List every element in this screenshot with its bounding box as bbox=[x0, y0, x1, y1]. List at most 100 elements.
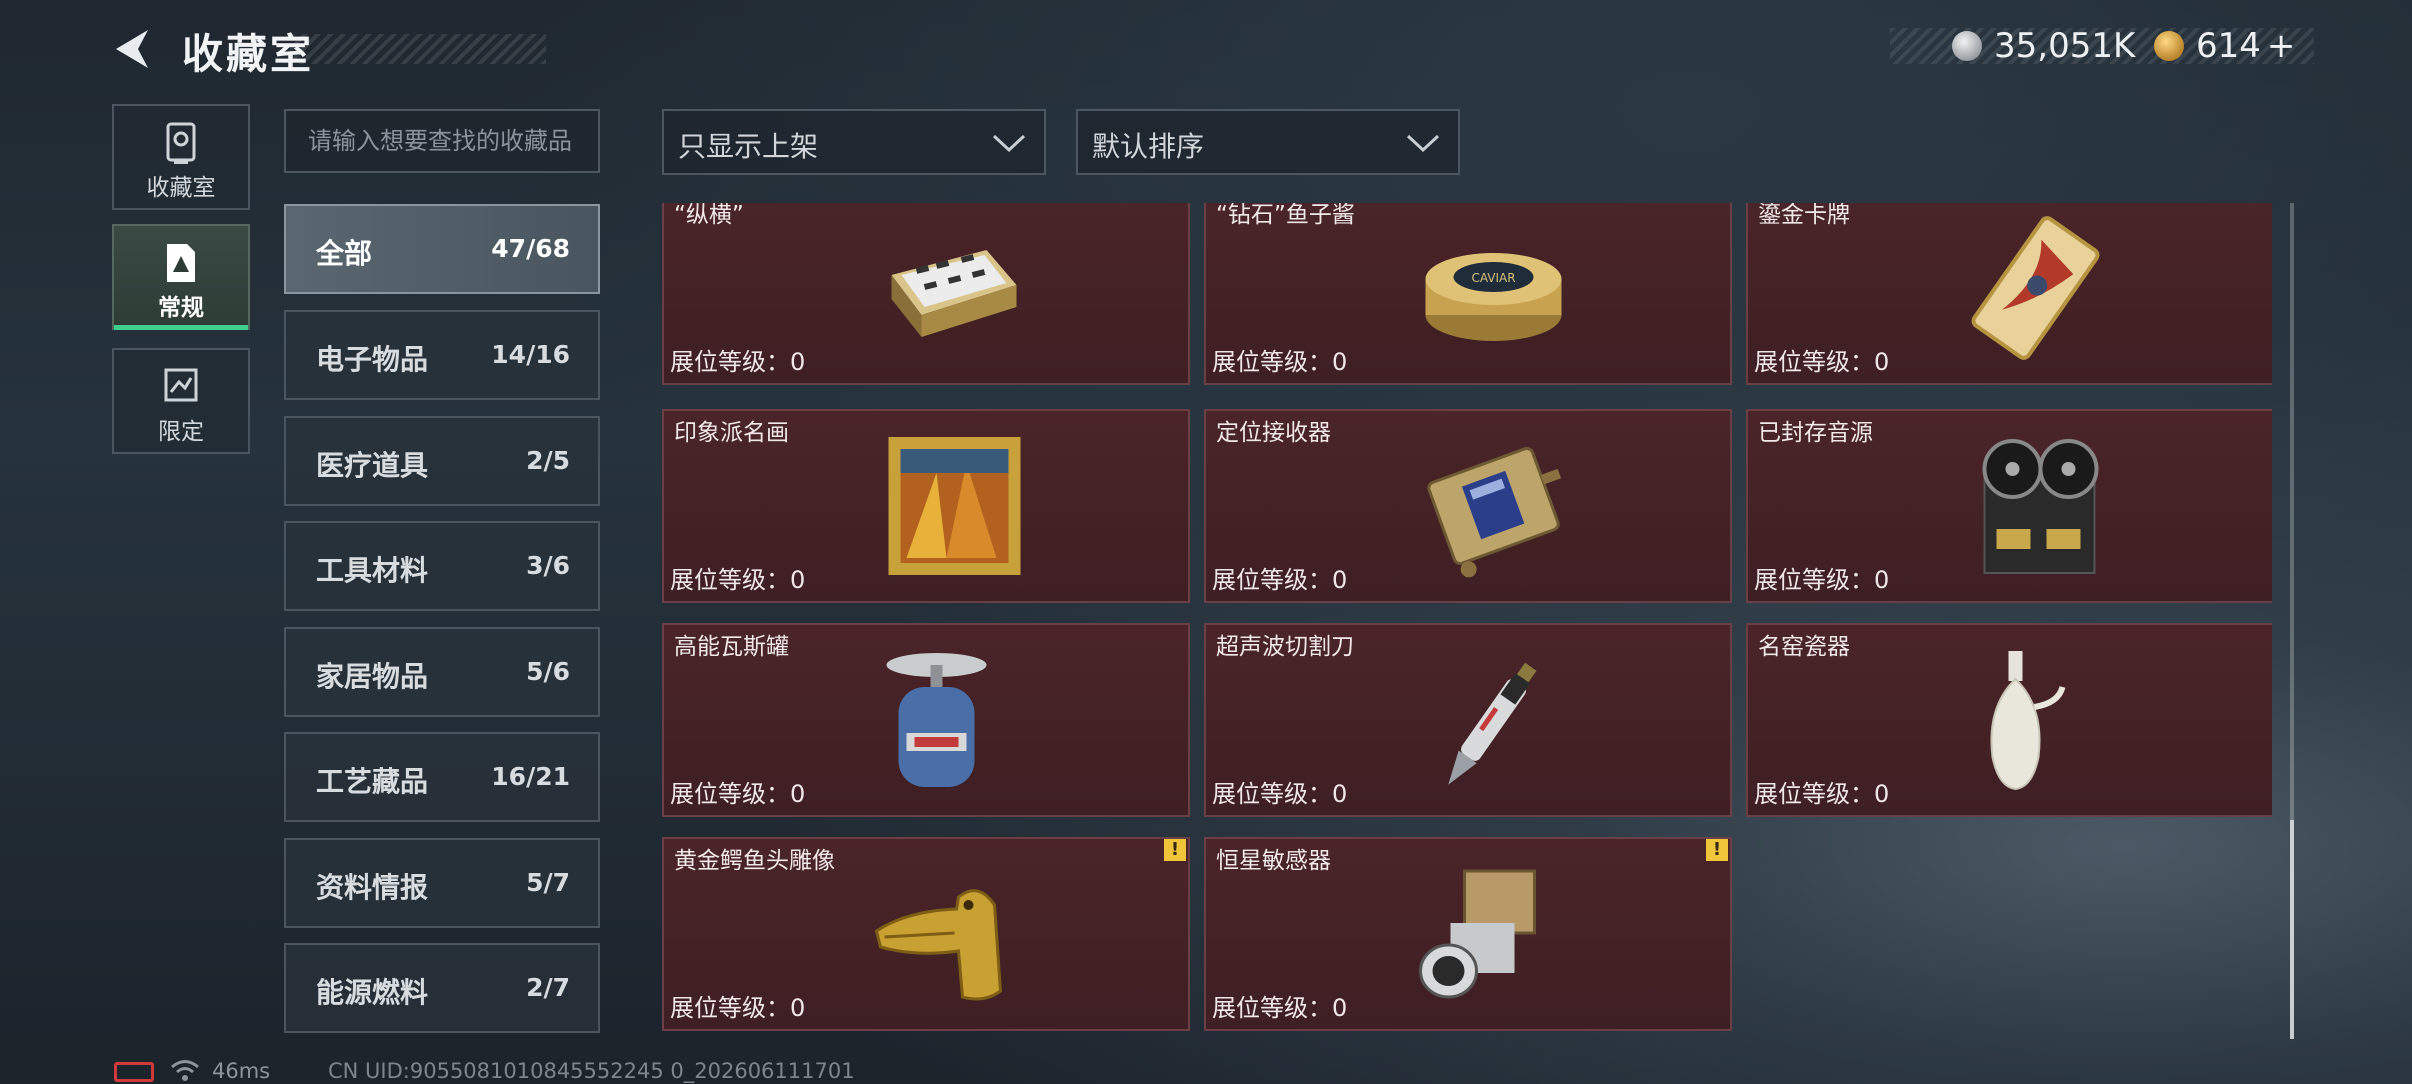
category-all[interactable]: 全部 47/68 bbox=[284, 204, 600, 294]
category-name: 工具材料 bbox=[316, 554, 429, 587]
reel-recorder-icon bbox=[1982, 439, 2099, 574]
search-box[interactable] bbox=[284, 109, 600, 173]
collectible-card[interactable]: 黄金鳄鱼头雕像 展位等级：0 ! bbox=[662, 837, 1190, 1031]
item-name: 名窑瓷器 bbox=[1758, 634, 1850, 660]
category-count: 2/5 bbox=[526, 446, 570, 475]
nav-label: 常规 bbox=[158, 295, 204, 321]
collection-room-icon bbox=[166, 122, 196, 164]
title-decoration bbox=[290, 34, 546, 64]
category-tools[interactable]: 工具材料 3/6 bbox=[284, 521, 600, 611]
display-level: 展位等级：0 bbox=[1212, 348, 1348, 376]
active-indicator bbox=[114, 325, 248, 330]
nav-limited[interactable]: 限定 bbox=[112, 348, 250, 454]
item-name: 印象派名画 bbox=[674, 420, 789, 446]
category-name: 资料情报 bbox=[316, 871, 429, 904]
display-level: 展位等级：0 bbox=[1212, 994, 1348, 1022]
item-name: 超声波切割刀 bbox=[1216, 634, 1354, 660]
sort-value: 默认排序 bbox=[1092, 130, 1205, 163]
category-name: 电子物品 bbox=[316, 343, 429, 376]
collectible-card[interactable]: “纵横” 展位等级：0 bbox=[662, 203, 1190, 385]
item-name: 定位接收器 bbox=[1216, 420, 1331, 446]
display-level: 展位等级：0 bbox=[1212, 780, 1348, 808]
shelf-filter-dropdown[interactable]: 只显示上架 bbox=[662, 109, 1046, 175]
display-level: 展位等级：0 bbox=[670, 780, 806, 808]
item-name: “纵横” bbox=[674, 203, 744, 228]
collectible-card[interactable]: 超声波切割刀 展位等级：0 bbox=[1204, 623, 1732, 817]
silver-currency-amount: 35,051K bbox=[1994, 26, 2136, 66]
category-name: 医疗道具 bbox=[316, 449, 429, 482]
category-fuel[interactable]: 能源燃料 2/7 bbox=[284, 943, 600, 1033]
category-intel[interactable]: 资料情报 5/7 bbox=[284, 838, 600, 928]
silver-coin-icon bbox=[1952, 31, 1982, 61]
category-name: 能源燃料 bbox=[316, 976, 429, 1009]
collectible-card[interactable]: 名窑瓷器 展位等级：0 bbox=[1746, 623, 2272, 817]
back-arrow-icon[interactable] bbox=[110, 26, 156, 72]
collectible-card[interactable]: 已封存音源 展位等级：0 bbox=[1746, 409, 2272, 603]
category-count: 14/16 bbox=[491, 340, 570, 369]
item-name: 高能瓦斯罐 bbox=[674, 634, 789, 660]
chess-box-icon bbox=[891, 250, 1017, 337]
shelf-filter-value: 只显示上架 bbox=[678, 130, 819, 163]
category-count: 3/6 bbox=[526, 551, 570, 580]
display-level: 展位等级：0 bbox=[1754, 780, 1890, 808]
collectible-card[interactable]: 高能瓦斯罐 展位等级：0 bbox=[662, 623, 1190, 817]
sort-dropdown[interactable]: 默认排序 bbox=[1076, 109, 1460, 175]
category-crafts[interactable]: 工艺藏品 16/21 bbox=[284, 732, 600, 822]
regular-icon bbox=[167, 244, 195, 282]
category-name: 家居物品 bbox=[316, 660, 429, 693]
category-name: 全部 bbox=[316, 237, 373, 270]
collectible-card[interactable]: CAVIAR “钻石”鱼子酱 展位等级：0 bbox=[1204, 203, 1732, 385]
category-medical[interactable]: 医疗道具 2/5 bbox=[284, 416, 600, 506]
grid-scrollbar-thumb[interactable] bbox=[2290, 820, 2294, 1039]
item-name: “钻石”鱼子酱 bbox=[1216, 203, 1355, 228]
category-count: 2/7 bbox=[526, 973, 570, 1002]
category-electronics[interactable]: 电子物品 14/16 bbox=[284, 310, 600, 400]
item-name: 已封存音源 bbox=[1758, 420, 1873, 446]
caviar-tin-icon: CAVIAR bbox=[1425, 253, 1562, 341]
chevron-down-icon bbox=[1406, 134, 1440, 153]
nav-collection-room[interactable]: 收藏室 bbox=[112, 104, 250, 210]
category-household[interactable]: 家居物品 5/6 bbox=[284, 627, 600, 717]
warning-badge: ! bbox=[1706, 839, 1728, 861]
display-level: 展位等级：0 bbox=[670, 994, 806, 1022]
category-count: 47/68 bbox=[491, 234, 570, 263]
item-name: 鎏金卡牌 bbox=[1758, 203, 1850, 228]
search-input[interactable] bbox=[286, 111, 598, 171]
ping-text: 46ms bbox=[212, 1059, 271, 1083]
wifi-icon bbox=[171, 1060, 199, 1081]
category-name: 工艺藏品 bbox=[316, 765, 429, 798]
limited-icon bbox=[164, 368, 198, 402]
user-uid-text: CN UID:9055081010845552245 0_20260611170… bbox=[328, 1059, 855, 1083]
display-level: 展位等级：0 bbox=[1754, 348, 1890, 376]
collectible-card[interactable]: 印象派名画 展位等级：0 bbox=[662, 409, 1190, 603]
chevron-down-icon bbox=[992, 134, 1026, 153]
nav-regular[interactable]: 常规 bbox=[112, 224, 250, 330]
item-name: 恒星敏感器 bbox=[1216, 848, 1331, 874]
collectible-grid: “纵横” 展位等级：0 CAVIAR “钻石”鱼子酱 展位等级：0 鎏金卡牌 展… bbox=[660, 203, 2272, 1039]
golden-crocodile-icon bbox=[874, 889, 1003, 1001]
gas-canister-icon bbox=[886, 653, 987, 787]
category-count: 5/7 bbox=[526, 868, 570, 897]
display-level: 展位等级：0 bbox=[1754, 566, 1890, 594]
add-currency-button[interactable]: + bbox=[2267, 26, 2296, 66]
star-sensor-icon bbox=[1419, 869, 1536, 999]
display-level: 展位等级：0 bbox=[1212, 566, 1348, 594]
category-count: 16/21 bbox=[491, 762, 570, 791]
category-count: 5/6 bbox=[526, 657, 570, 686]
item-name: 黄金鳄鱼头雕像 bbox=[674, 848, 835, 874]
currency-bar: 35,051K 614 + bbox=[1890, 26, 2314, 66]
collectible-card[interactable]: 定位接收器 展位等级：0 bbox=[1204, 409, 1732, 603]
collectible-card[interactable]: 鎏金卡牌 展位等级：0 bbox=[1746, 203, 2272, 385]
display-level: 展位等级：0 bbox=[670, 566, 806, 594]
collectible-card[interactable]: 恒星敏感器 展位等级：0 ! bbox=[1204, 837, 1732, 1031]
page-title: 收藏室 bbox=[182, 30, 314, 78]
gold-currency-amount: 614 + bbox=[2196, 26, 2296, 66]
display-level: 展位等级：0 bbox=[670, 348, 806, 376]
ultrasonic-knife-icon bbox=[1448, 662, 1537, 785]
svg-text:CAVIAR: CAVIAR bbox=[1471, 271, 1515, 285]
warning-badge: ! bbox=[1164, 839, 1186, 861]
battery-low-icon bbox=[114, 1062, 154, 1082]
locator-receiver-icon bbox=[1427, 446, 1562, 578]
nav-label: 收藏室 bbox=[146, 175, 216, 201]
gold-coin-icon bbox=[2154, 31, 2184, 61]
